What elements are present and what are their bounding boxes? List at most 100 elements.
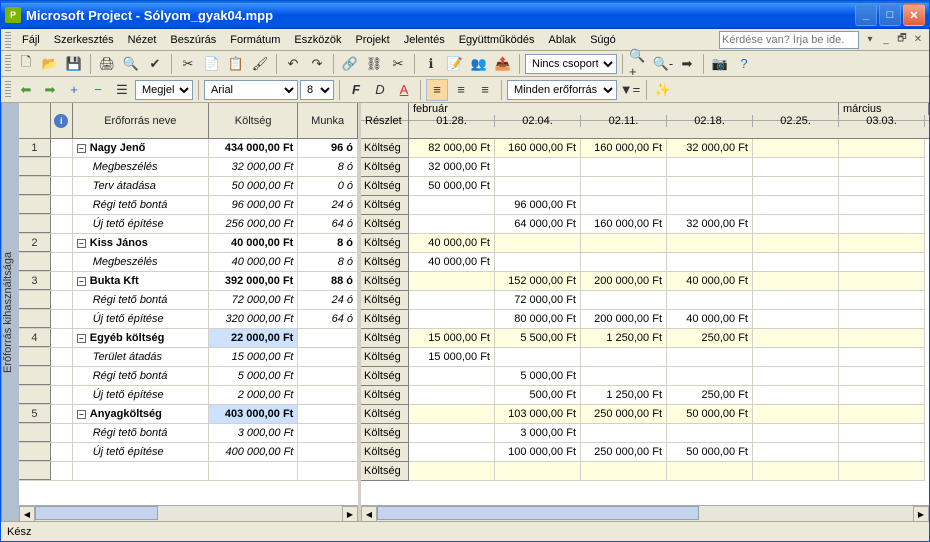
menu-view[interactable]: Nézet xyxy=(121,32,164,48)
time-row[interactable]: Költség32 000,00 Ft xyxy=(361,158,929,177)
copy-picture-button[interactable]: 📷 xyxy=(709,53,731,75)
time-cell[interactable] xyxy=(667,177,753,196)
name-cell[interactable]: Megbeszélés xyxy=(73,253,209,271)
time-cell[interactable]: 1 250,00 Ft xyxy=(581,329,667,348)
time-row[interactable]: Költség103 000,00 Ft250 000,00 Ft50 000,… xyxy=(361,405,929,424)
time-row[interactable]: Költség3 000,00 Ft xyxy=(361,424,929,443)
table-row[interactable]: 4−Egyéb költség22 000,00 Ft xyxy=(19,329,358,348)
filter-combo[interactable]: Minden erőforrás xyxy=(507,80,617,100)
menu-help[interactable]: Súgó xyxy=(583,32,623,48)
name-cell[interactable]: −Egyéb költség xyxy=(73,329,209,347)
detail-cell[interactable]: Költség xyxy=(361,177,409,196)
time-cell[interactable] xyxy=(753,139,839,158)
time-cell[interactable] xyxy=(495,462,581,481)
view-bar[interactable]: Erőforrás kihasználtsága xyxy=(1,103,19,521)
titlebar[interactable]: P Microsoft Project - Sólyom_gyak04.mpp … xyxy=(1,1,929,29)
time-cell[interactable] xyxy=(753,386,839,405)
time-cell[interactable] xyxy=(409,367,495,386)
menu-insert[interactable]: Beszúrás xyxy=(163,32,223,48)
time-cell[interactable]: 32 000,00 Ft xyxy=(667,215,753,234)
row-number[interactable]: 1 xyxy=(19,139,51,157)
table-row[interactable]: 5−Anyagköltség403 000,00 Ft xyxy=(19,405,358,424)
time-cell[interactable]: 40 000,00 Ft xyxy=(667,310,753,329)
bold-button[interactable]: F xyxy=(345,79,367,101)
time-row[interactable]: Költség64 000,00 Ft160 000,00 Ft32 000,0… xyxy=(361,215,929,234)
date-col[interactable]: 02.04. xyxy=(495,115,581,127)
time-cell[interactable] xyxy=(839,291,925,310)
time-cell[interactable] xyxy=(753,158,839,177)
child-menu-button[interactable]: ▾ xyxy=(863,33,877,47)
row-number[interactable] xyxy=(19,443,51,461)
help-search-input[interactable] xyxy=(719,31,859,49)
detail-cell[interactable]: Költség xyxy=(361,348,409,367)
time-cell[interactable]: 40 000,00 Ft xyxy=(667,272,753,291)
menu-edit[interactable]: Szerkesztés xyxy=(47,32,121,48)
row-number[interactable]: 2 xyxy=(19,234,51,252)
time-cell[interactable] xyxy=(839,386,925,405)
detail-cell[interactable]: Költség xyxy=(361,310,409,329)
view-combo[interactable]: Megjelenítés xyxy=(135,80,193,100)
detail-cell[interactable]: Költség xyxy=(361,234,409,253)
scroll-left-icon[interactable]: ◀ xyxy=(361,506,377,521)
row-number[interactable] xyxy=(19,424,51,442)
time-row[interactable]: Költség40 000,00 Ft xyxy=(361,234,929,253)
name-cell[interactable]: Új tető építése xyxy=(73,310,209,328)
time-cell[interactable] xyxy=(839,443,925,462)
row-number[interactable] xyxy=(19,196,51,214)
time-cell[interactable] xyxy=(839,253,925,272)
goto-button[interactable]: ➡ xyxy=(676,53,698,75)
name-cell[interactable]: Megbeszélés xyxy=(73,158,209,176)
time-cell[interactable] xyxy=(753,253,839,272)
cost-cell[interactable]: 2 000,00 Ft xyxy=(209,386,298,404)
paste-button[interactable]: 📋 xyxy=(225,53,247,75)
work-cell[interactable]: 96 ó xyxy=(298,139,358,157)
time-cell[interactable]: 50 000,00 Ft xyxy=(667,405,753,424)
work-cell[interactable] xyxy=(298,443,358,461)
cost-cell[interactable]: 5 000,00 Ft xyxy=(209,367,298,385)
time-cell[interactable] xyxy=(753,443,839,462)
detail-cell[interactable]: Költség xyxy=(361,329,409,348)
cost-cell[interactable]: 400 000,00 Ft xyxy=(209,443,298,461)
collapse-icon[interactable]: − xyxy=(77,410,86,419)
time-cell[interactable]: 160 000,00 Ft xyxy=(581,139,667,158)
date-col[interactable]: 02.18. xyxy=(667,115,753,127)
time-cell[interactable] xyxy=(753,234,839,253)
underline-button[interactable]: A xyxy=(393,79,415,101)
child-close-button[interactable]: ✕ xyxy=(911,33,925,47)
select-all-cell[interactable] xyxy=(19,103,51,138)
italic-button[interactable]: D xyxy=(369,79,391,101)
time-cell[interactable]: 500,00 Ft xyxy=(495,386,581,405)
name-cell[interactable]: Régi tető bontá xyxy=(73,367,209,385)
time-cell[interactable]: 250 000,00 Ft xyxy=(581,443,667,462)
align-left-button[interactable]: ≡ xyxy=(426,79,448,101)
time-cell[interactable] xyxy=(581,424,667,443)
time-row[interactable]: Költség80 000,00 Ft200 000,00 Ft40 000,0… xyxy=(361,310,929,329)
time-cell[interactable] xyxy=(495,348,581,367)
time-cell[interactable] xyxy=(667,234,753,253)
name-cell[interactable]: −Anyagköltség xyxy=(73,405,209,423)
note-button[interactable]: 📝 xyxy=(444,53,466,75)
align-center-button[interactable]: ≡ xyxy=(450,79,472,101)
cost-cell[interactable] xyxy=(209,462,298,480)
hide-button[interactable]: − xyxy=(87,79,109,101)
close-button[interactable]: ✕ xyxy=(903,4,925,26)
time-cell[interactable]: 250,00 Ft xyxy=(667,386,753,405)
time-cell[interactable]: 5 500,00 Ft xyxy=(495,329,581,348)
print-button[interactable]: 🖨 xyxy=(96,53,118,75)
time-cell[interactable] xyxy=(581,177,667,196)
row-number[interactable] xyxy=(19,291,51,309)
table-row[interactable]: Új tető építése320 000,00 Ft64 ó xyxy=(19,310,358,329)
work-cell[interactable] xyxy=(298,462,358,480)
detail-cell[interactable]: Költség xyxy=(361,158,409,177)
h-scrollbar-left[interactable]: ◀ ▶ xyxy=(19,505,358,521)
new-button[interactable]: 🗋 xyxy=(15,53,37,75)
publish-button[interactable]: 📤 xyxy=(492,53,514,75)
detail-cell[interactable]: Költség xyxy=(361,196,409,215)
time-cell[interactable] xyxy=(839,424,925,443)
detail-cell[interactable]: Költség xyxy=(361,272,409,291)
time-row[interactable]: Költség500,00 Ft1 250,00 Ft250,00 Ft xyxy=(361,386,929,405)
spellcheck-button[interactable]: ✔ xyxy=(144,53,166,75)
time-cell[interactable]: 160 000,00 Ft xyxy=(495,139,581,158)
time-cell[interactable]: 200 000,00 Ft xyxy=(581,310,667,329)
font-combo[interactable]: Arial xyxy=(204,80,298,100)
